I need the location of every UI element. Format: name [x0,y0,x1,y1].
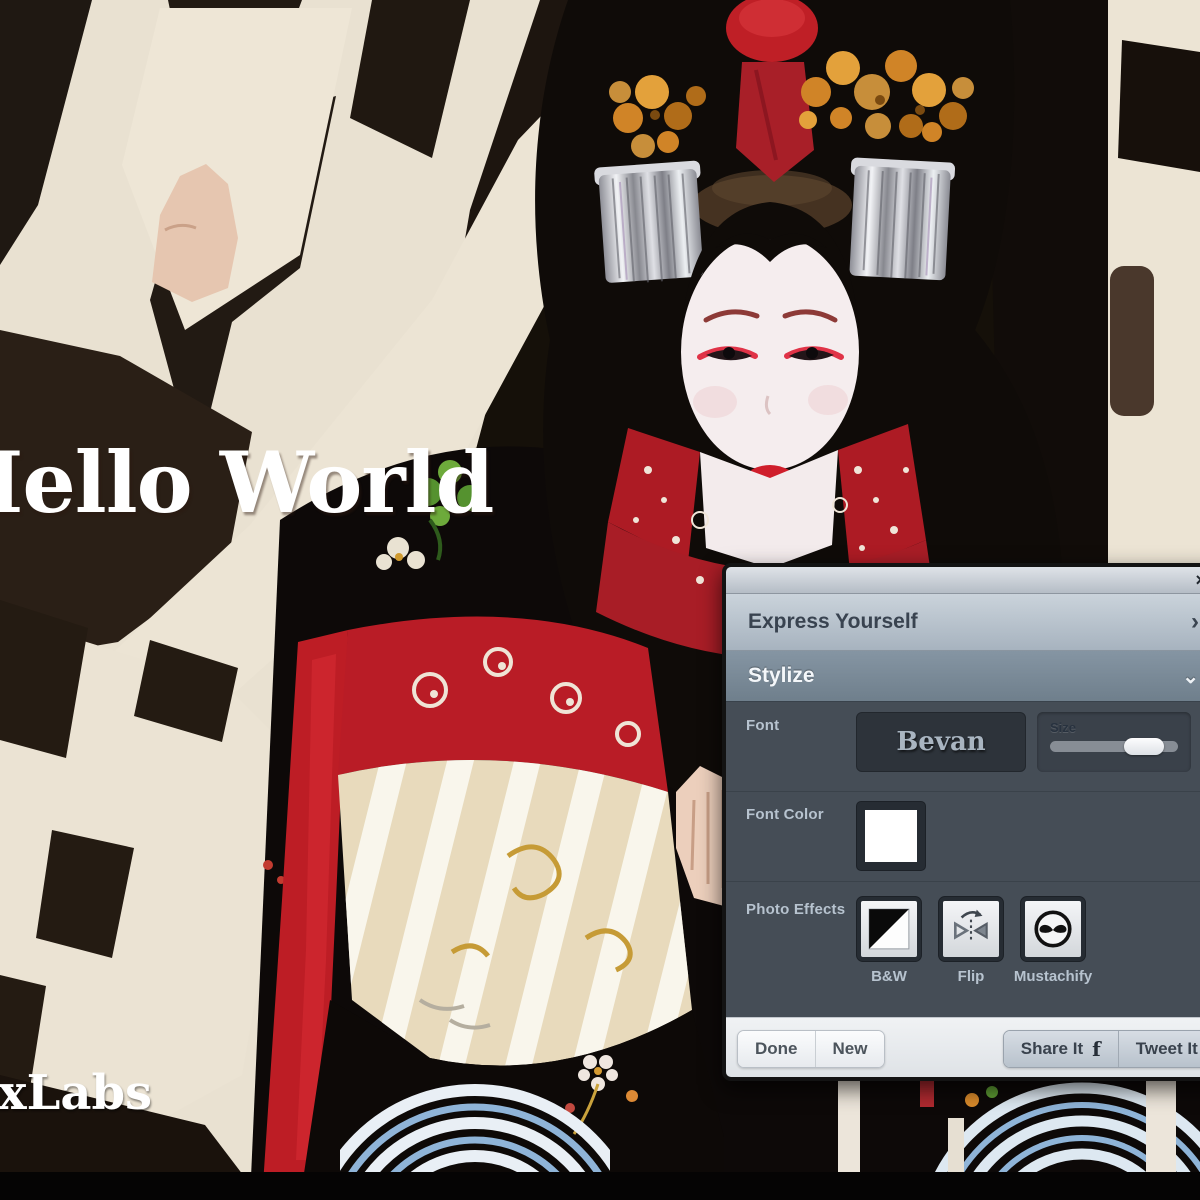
close-icon[interactable]: × [1195,571,1200,589]
photo-effects-row: Photo Effects B&W [726,882,1200,1017]
share-group: Share It f Tweet It t [1003,1030,1200,1068]
flip-icon [943,901,999,957]
done-button[interactable]: Done [738,1031,816,1067]
new-button[interactable]: New [816,1031,885,1067]
effect-flip: Flip [938,896,1004,985]
size-label: Size [1050,720,1178,735]
mustache-icon [1025,901,1081,957]
share-button[interactable]: Share It f [1004,1031,1119,1067]
bw-icon [861,901,917,957]
mustachify-effect-button[interactable] [1020,896,1086,962]
font-label: Font [746,712,856,734]
font-color-row: Font Color [726,792,1200,882]
panel-titlebar: × [726,567,1200,594]
photo-editor-app: Hello World xLabs × Express Yourself › S… [0,0,1200,1200]
font-row: Font Bevan Size [726,702,1200,792]
facebook-icon: f [1092,1039,1101,1059]
panel-footer: Done New Share It f Tweet It t [726,1017,1200,1079]
font-color-label: Font Color [746,801,856,823]
flip-effect-button[interactable] [938,896,1004,962]
tweet-label: Tweet It [1136,1039,1198,1059]
section-label: Stylize [748,664,815,688]
mustachify-label: Mustachify [1014,968,1092,985]
section-stylize[interactable]: Stylize ⌄ [726,651,1200,702]
bw-label: B&W [871,968,907,985]
effect-mustachify: Mustachify [1020,896,1086,985]
chevron-right-icon: › [1191,608,1199,636]
size-slider-track[interactable] [1050,741,1178,752]
flip-label: Flip [958,968,985,985]
section-express-yourself[interactable]: Express Yourself › [726,594,1200,651]
bottom-bar [0,1172,1200,1200]
effect-bw: B&W [856,896,922,985]
editor-panel: × Express Yourself › Stylize ⌄ Font Beva… [722,563,1200,1081]
chevron-down-icon: ⌄ [1182,664,1199,689]
section-label: Express Yourself [748,610,918,634]
tweet-button[interactable]: Tweet It t [1119,1031,1200,1067]
stylize-content: Font Bevan Size Font Color Photo Effects [726,702,1200,1017]
share-label: Share It [1021,1039,1083,1059]
size-control: Size [1037,712,1191,772]
size-slider-thumb[interactable] [1124,738,1164,755]
bw-effect-button[interactable] [856,896,922,962]
photo-effects-label: Photo Effects [746,896,856,918]
font-color-swatch[interactable] [856,801,926,871]
done-new-group: Done New [737,1030,885,1068]
watermark: xLabs [0,1069,152,1117]
font-picker-button[interactable]: Bevan [856,712,1026,772]
canvas-text-overlay[interactable]: Hello World [0,441,493,525]
